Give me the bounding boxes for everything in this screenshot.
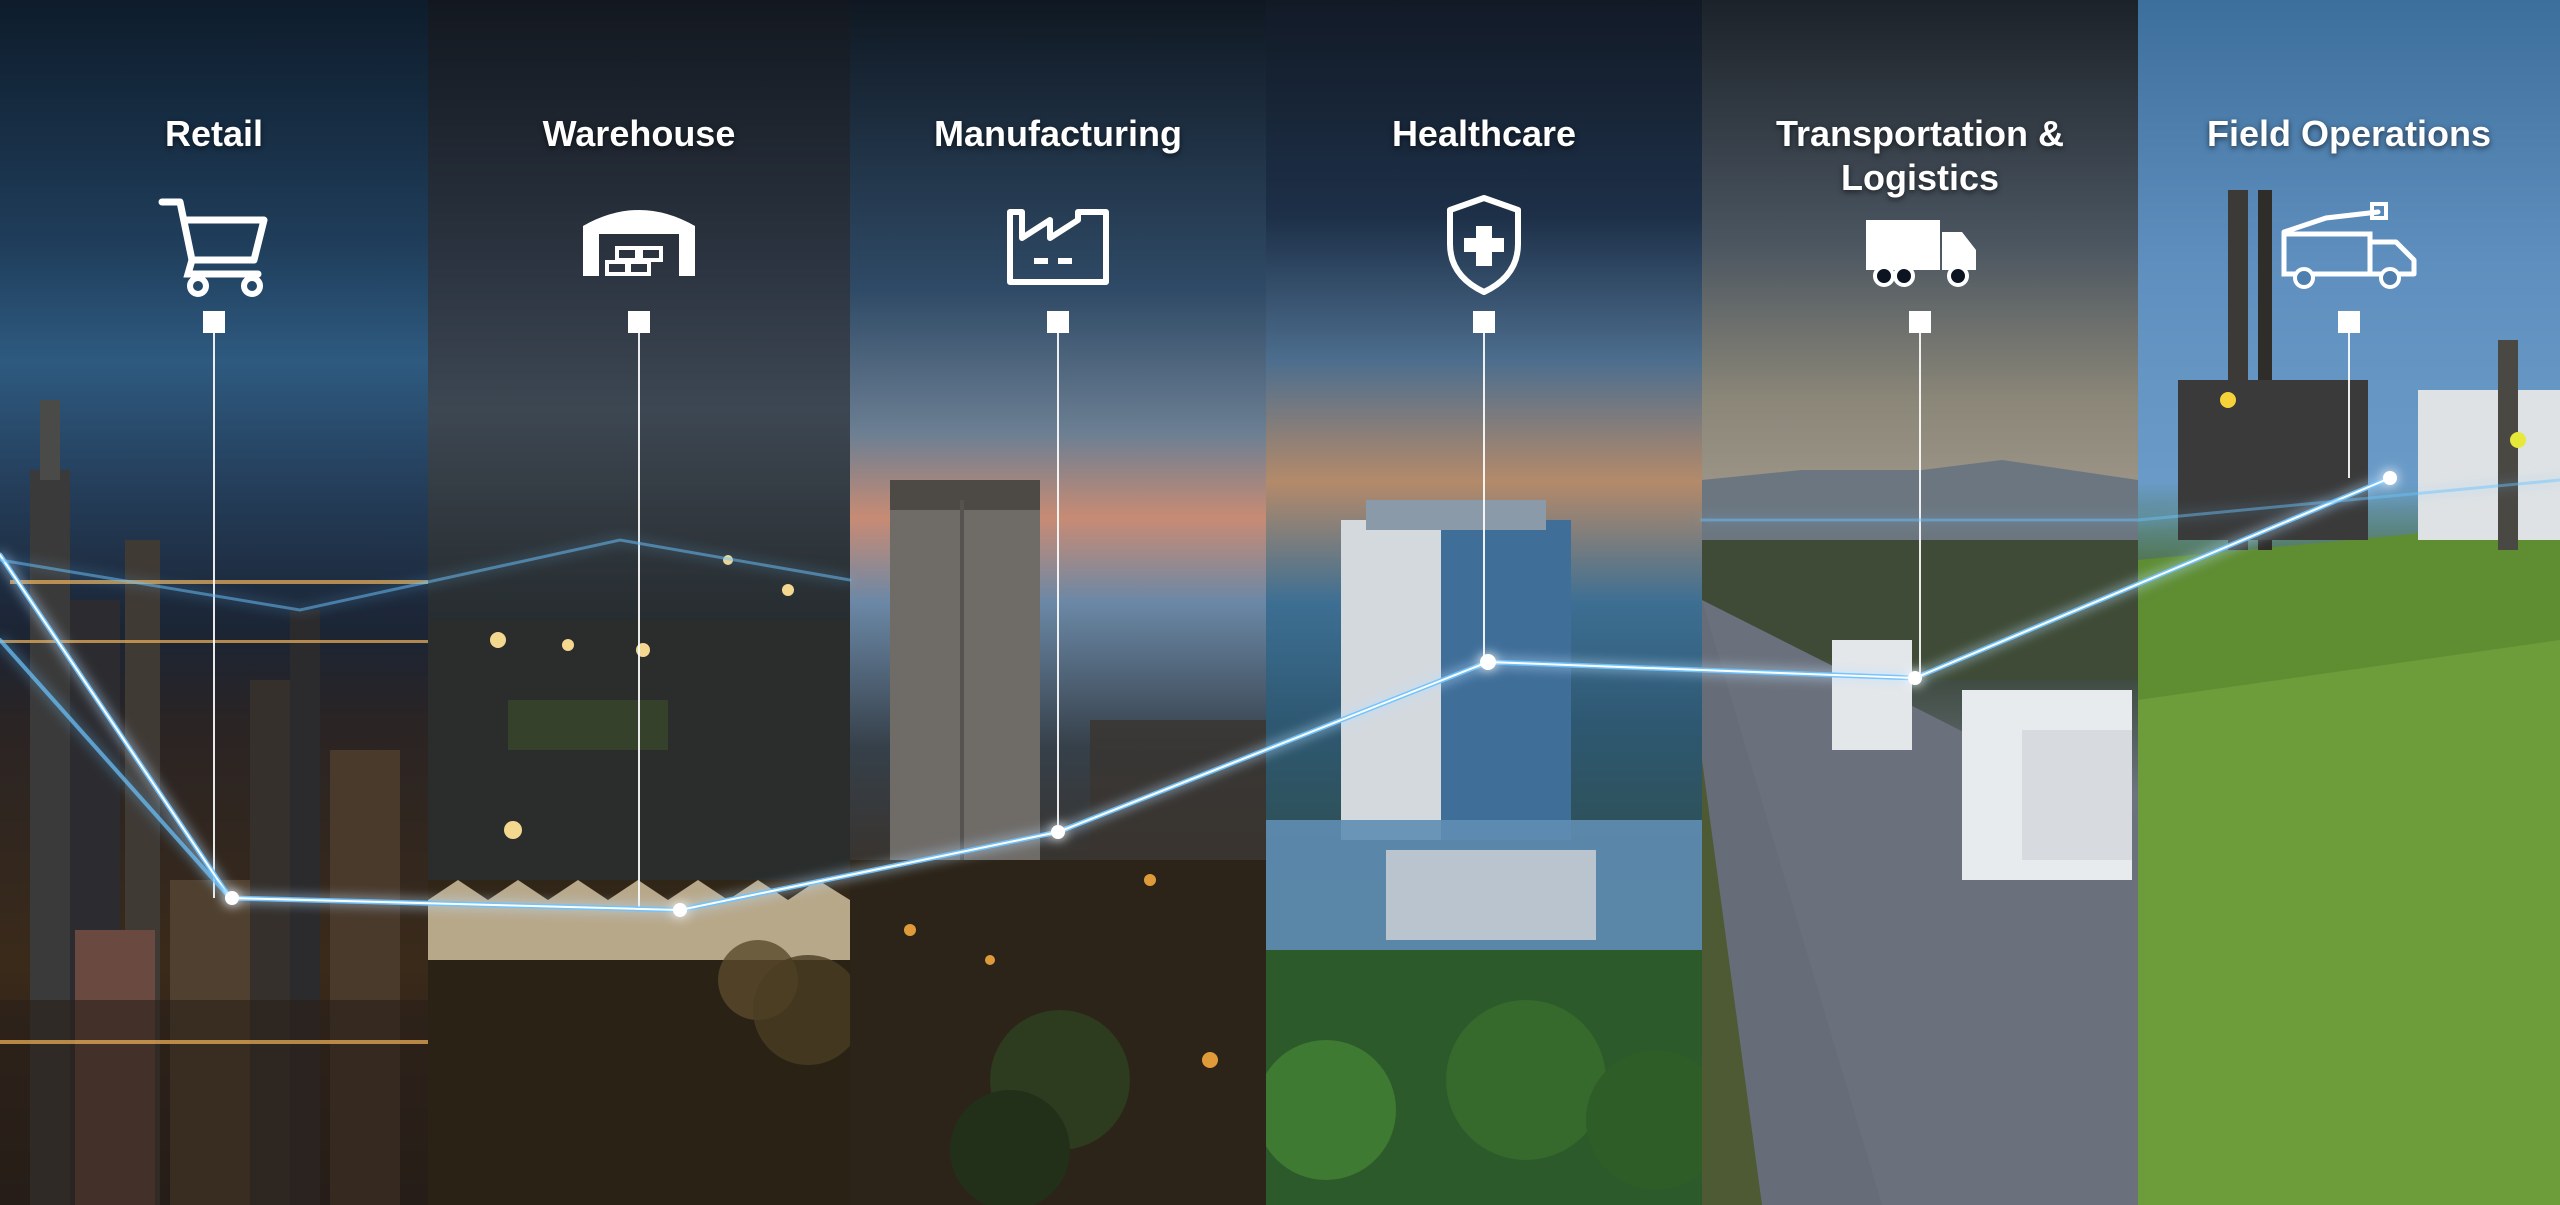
- pin-line: [2348, 333, 2350, 478]
- pin-line: [1483, 333, 1485, 663]
- pin-marker: [2338, 311, 2360, 333]
- pin-marker: [203, 311, 225, 333]
- panel-title: Healthcare: [1391, 113, 1577, 154]
- panel-manufacturing: Manufacturing: [850, 0, 1266, 1205]
- industries-banner: Retail Warehouse Manufacturing Healthcar…: [0, 0, 2560, 1205]
- panel-title: Warehouse: [542, 113, 736, 154]
- warehouse-icon: [579, 190, 699, 300]
- pin-line: [213, 333, 215, 898]
- drilling-rig-field-image: [2138, 190, 2560, 1205]
- panel-transportation: Transportation & Logistics: [1702, 0, 2138, 1205]
- pin-marker: [1473, 311, 1495, 333]
- pin-line: [1919, 333, 1921, 678]
- pin-marker: [1909, 311, 1931, 333]
- factory-icon: [998, 190, 1118, 300]
- panel-title: Retail: [164, 113, 264, 154]
- panel-title: Field Operations: [2206, 113, 2492, 154]
- pin-marker: [1047, 311, 1069, 333]
- medical-shield-icon: [1424, 190, 1544, 300]
- panel-field-operations: Field Operations: [2138, 0, 2560, 1205]
- panel-healthcare: Healthcare: [1266, 0, 1702, 1205]
- truck-icon: [1860, 190, 1980, 300]
- pin-line: [638, 333, 640, 908]
- shopping-cart-icon: [154, 190, 274, 300]
- pin-marker: [628, 311, 650, 333]
- panel-warehouse: Warehouse: [428, 0, 850, 1205]
- panel-retail: Retail: [0, 0, 428, 1205]
- panel-title: Manufacturing: [934, 113, 1182, 154]
- pin-line: [1057, 333, 1059, 833]
- panel-title: Transportation & Logistics: [1775, 113, 2065, 198]
- utility-truck-icon: [2274, 190, 2424, 300]
